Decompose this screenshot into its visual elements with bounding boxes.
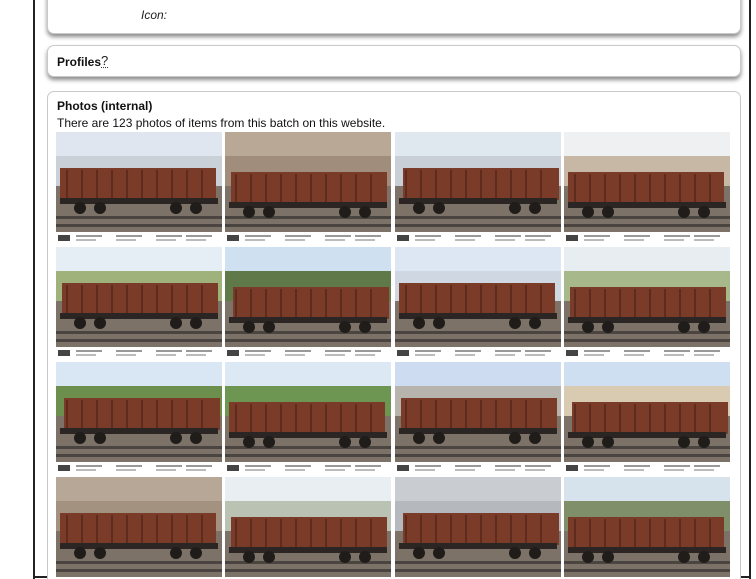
wagon-photo-image	[56, 132, 222, 244]
photo-thumbnail[interactable]	[564, 362, 730, 474]
wagon-photo-image	[225, 477, 391, 579]
icon-panel: Icon:	[47, 0, 741, 34]
wagon-photo-image	[225, 362, 391, 474]
wagon-photo-image	[564, 362, 730, 474]
wagon-photo-image	[395, 247, 561, 359]
photo-thumbnail[interactable]	[225, 247, 391, 359]
icon-label: Icon:	[141, 8, 168, 22]
photos-panel: Photos (internal) There are 123 photos o…	[47, 91, 741, 579]
profiles-help-icon[interactable]: ?	[101, 54, 109, 68]
photo-thumbnail[interactable]	[225, 362, 391, 474]
wagon-photo-image	[564, 247, 730, 359]
frame-left-border	[33, 0, 35, 579]
wagon-photo-image	[395, 132, 561, 244]
photos-count-text: There are 123 photos of items from this …	[57, 116, 386, 130]
photo-thumbnail[interactable]	[56, 477, 222, 579]
page: Icon: Profiles ? Photos (internal) There…	[0, 0, 756, 579]
wagon-photo-image	[564, 132, 730, 244]
profiles-panel: Profiles ?	[47, 45, 741, 77]
photo-thumbnail[interactable]	[395, 477, 561, 579]
wagon-photo-image	[395, 362, 561, 474]
photo-grid	[56, 132, 730, 579]
photo-thumbnail[interactable]	[564, 132, 730, 244]
photo-thumbnail[interactable]	[564, 247, 730, 359]
wagon-photo-image	[564, 477, 730, 579]
photo-thumbnail[interactable]	[56, 247, 222, 359]
photos-title: Photos (internal)	[57, 99, 153, 113]
wagon-photo-image	[395, 477, 561, 579]
profiles-title: Profiles	[57, 55, 102, 69]
wagon-photo-image	[225, 132, 391, 244]
frame-right-border	[749, 0, 751, 579]
photo-thumbnail[interactable]	[564, 477, 730, 579]
wagon-photo-image	[225, 247, 391, 359]
wagon-photo-image	[56, 477, 222, 579]
wagon-photo-image	[56, 362, 222, 474]
photo-thumbnail[interactable]	[56, 362, 222, 474]
photo-thumbnail[interactable]	[395, 132, 561, 244]
photo-thumbnail[interactable]	[225, 132, 391, 244]
photo-thumbnail[interactable]	[395, 362, 561, 474]
photo-thumbnail[interactable]	[225, 477, 391, 579]
photo-thumbnail[interactable]	[395, 247, 561, 359]
photo-thumbnail[interactable]	[56, 132, 222, 244]
wagon-photo-image	[56, 247, 222, 359]
